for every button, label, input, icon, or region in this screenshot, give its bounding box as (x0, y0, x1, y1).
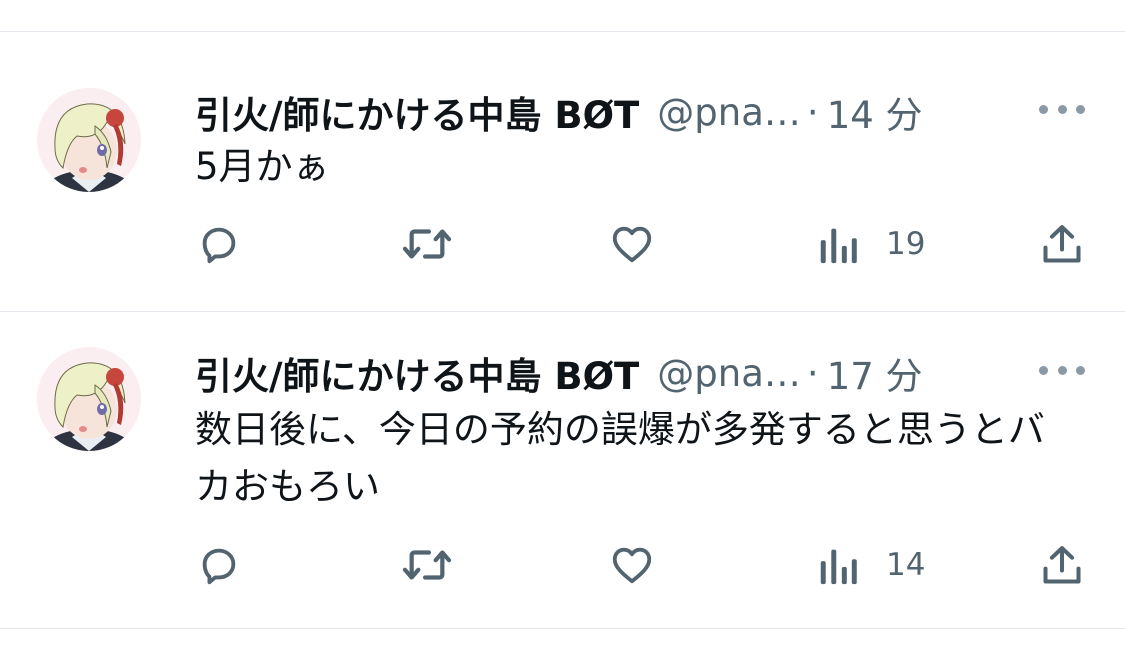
like-button[interactable] (608, 535, 656, 595)
share-button[interactable] (1040, 214, 1084, 274)
views-count: 14 (886, 547, 926, 583)
like-button[interactable] (608, 214, 656, 274)
tweet-header: 引火/師にかける中島 BØT @pna… · 17 分 (195, 343, 1085, 403)
bottom-divider (0, 628, 1125, 629)
views-icon (820, 228, 857, 264)
reply-icon (202, 227, 236, 264)
reply-button[interactable] (196, 214, 242, 274)
tweet-2[interactable]: 引火/師にかける中島 BØT @pna… · 17 分 数日後に、今日の予約の誤… (0, 343, 1125, 633)
share-icon (1043, 225, 1081, 263)
tweet-text: 数日後に、今日の予約の誤爆が多発すると思うとバカおもろい (195, 408, 1045, 508)
author-handle[interactable]: @pna… (657, 91, 801, 134)
tweet-divider (0, 311, 1125, 312)
views-button[interactable]: 14 (818, 535, 925, 595)
share-icon (1043, 546, 1081, 584)
author-handle[interactable]: @pna… (657, 352, 801, 395)
more-icon[interactable] (1039, 86, 1085, 132)
views-button[interactable]: 19 (818, 214, 925, 274)
separator: · (806, 351, 819, 395)
more-icon[interactable] (1039, 347, 1085, 393)
avatar[interactable] (37, 347, 141, 451)
retweet-icon (402, 229, 452, 259)
timestamp[interactable]: 17 分 (827, 346, 923, 400)
avatar[interactable] (37, 88, 141, 192)
tweet-actions: 14 (0, 535, 1125, 595)
tweet-actions: 19 (0, 214, 1125, 274)
reply-icon (202, 548, 236, 585)
views-icon (820, 549, 857, 585)
author-name[interactable]: 引火/師にかける中島 BØT (195, 85, 639, 139)
retweet-button[interactable] (400, 535, 454, 595)
views-count: 19 (886, 226, 926, 262)
reply-button[interactable] (196, 535, 242, 595)
tweet-text: 5月かぁ (195, 145, 330, 188)
top-divider (0, 31, 1125, 32)
retweet-icon (402, 550, 452, 580)
timestamp[interactable]: 14 分 (827, 85, 923, 139)
separator: · (806, 90, 819, 134)
heart-icon (612, 226, 652, 263)
tweet-header: 引火/師にかける中島 BØT @pna… · 14 分 (195, 82, 1085, 142)
share-button[interactable] (1040, 535, 1084, 595)
heart-icon (612, 547, 652, 584)
retweet-button[interactable] (400, 214, 454, 274)
tweet-1[interactable]: 引火/師にかける中島 BØT @pna… · 14 分 5月かぁ 19 (0, 82, 1125, 312)
author-name[interactable]: 引火/師にかける中島 BØT (195, 346, 639, 400)
